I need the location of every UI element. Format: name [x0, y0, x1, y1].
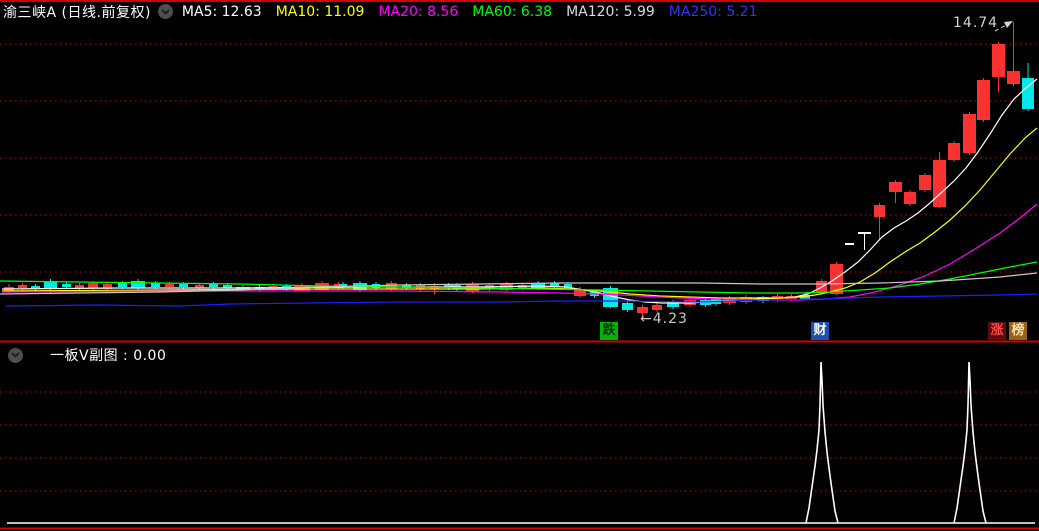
ma20-legend: MA20: 8.56 — [378, 3, 459, 20]
ma-line-ma5 — [1, 78, 1038, 304]
ma-line-ma250 — [5, 293, 1038, 307]
high-price-label: 14.74 — [953, 15, 999, 31]
candle-body — [131, 281, 145, 288]
candle-body — [62, 284, 71, 287]
main-chart-header: 渝三峡A (日线.前复权) MA5: 12.63 MA10: 11.09 MA2… — [3, 2, 772, 21]
candle-body — [165, 284, 174, 287]
ma60-legend: MA60: 6.38 — [472, 3, 553, 20]
signal-spike — [953, 361, 987, 524]
subchart-title: 一板V副图 : 0.00 — [50, 348, 167, 364]
chart-canvas — [0, 0, 1039, 530]
ma250-legend: MA250: 5.21 — [668, 3, 758, 20]
candle-body — [386, 283, 397, 289]
candle-body — [933, 160, 946, 207]
candle-body — [118, 283, 127, 287]
ma10-legend: MA10: 11.09 — [275, 3, 365, 20]
candle-body — [889, 182, 902, 192]
subchart-header: 一板V副图 : 0.00 — [8, 345, 166, 365]
ma120-legend: MA120: 5.99 — [566, 3, 655, 20]
high-arrow-head — [1004, 21, 1013, 28]
signal-spike — [805, 361, 839, 524]
candle-body — [977, 80, 990, 120]
candle-body — [88, 283, 98, 288]
candle-body — [151, 283, 160, 287]
chevron-down-icon[interactable] — [8, 347, 23, 363]
candle-body — [1007, 71, 1020, 84]
ma5-legend: MA5: 12.63 — [181, 3, 262, 20]
candle-body — [874, 205, 885, 217]
chart-marker-3[interactable]: 榜 — [1009, 322, 1027, 340]
candle-body — [179, 284, 188, 287]
candle-body — [919, 175, 931, 190]
chart-marker-2[interactable]: 涨 — [988, 322, 1006, 340]
candle-body — [209, 284, 218, 287]
chart-marker-1[interactable]: 财 — [811, 322, 829, 340]
stock-title: 渝三峡A (日线.前复权) — [3, 4, 151, 21]
stock-chart-window: 渝三峡A (日线.前复权) MA5: 12.63 MA10: 11.09 MA2… — [0, 0, 1039, 531]
low-price-label: ←4.23 — [640, 311, 688, 327]
chevron-down-icon[interactable] — [157, 4, 173, 19]
candle-body — [948, 143, 960, 160]
chart-marker-0[interactable]: 跌 — [600, 322, 618, 340]
candle-body — [992, 44, 1005, 77]
candle-body — [652, 305, 662, 310]
candle-body — [622, 303, 633, 310]
candle-body — [18, 285, 27, 288]
candle-body — [963, 114, 976, 153]
candle-body — [75, 285, 84, 288]
candle-body — [904, 192, 916, 204]
